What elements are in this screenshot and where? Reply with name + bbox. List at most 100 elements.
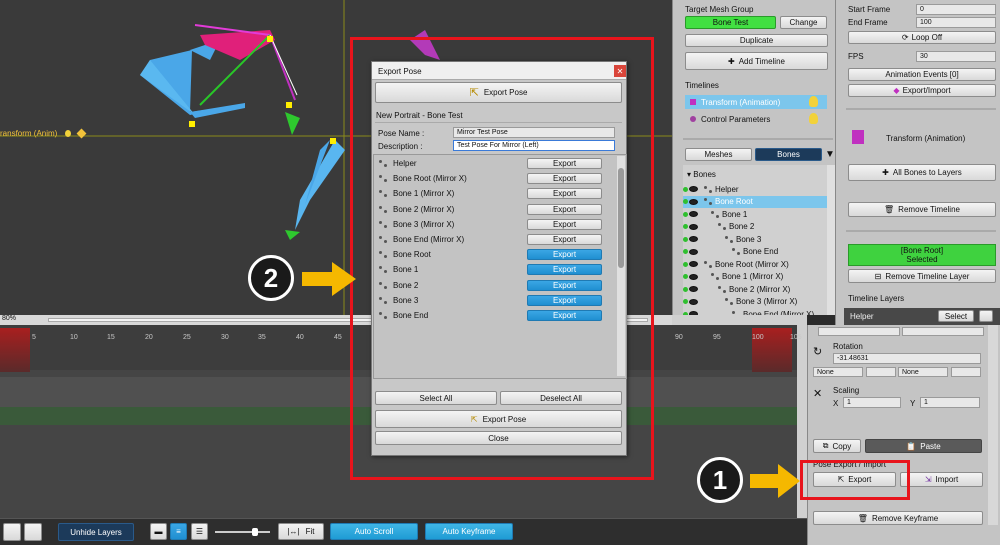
position-input[interactable] [818, 327, 900, 336]
visibility-dot-icon[interactable] [683, 274, 688, 280]
arrow-right-icon [750, 464, 800, 498]
eye-icon[interactable] [689, 298, 698, 305]
copy-icon: ⧉ [822, 441, 829, 450]
visibility-dot-icon[interactable] [683, 286, 688, 292]
remove-keyframe-button[interactable]: 🗑 Remove Keyframe [813, 511, 983, 525]
animation-events-button[interactable]: Animation Events [0] [848, 68, 996, 81]
fps-input[interactable]: 30 [916, 51, 996, 62]
bone-tree-row[interactable]: Bone Root (Mirror X) [683, 258, 831, 271]
visibility-dot-icon[interactable] [683, 186, 688, 192]
timeline-item-control-params[interactable]: Control Parameters [685, 112, 827, 126]
duplicate-button[interactable]: Duplicate [685, 34, 828, 47]
eye-icon[interactable] [689, 186, 698, 193]
export-import-button[interactable]: ◆ Export/Import [848, 84, 996, 97]
start-frame-input[interactable]: 0 [916, 4, 996, 15]
timeline-item-transform[interactable]: Transform (Animation) [685, 95, 827, 109]
scale-y-input[interactable]: 1 [920, 397, 980, 408]
bone-tree-row[interactable]: Bone 2 (Mirror X) [683, 283, 831, 296]
eye-icon[interactable] [689, 311, 698, 315]
all-bones-to-layers-button[interactable]: ✚ All Bones to Layers [848, 164, 996, 181]
row-size-small-button[interactable]: ▬ [150, 523, 167, 540]
remove-timeline-layer-label: Remove Timeline Layer [885, 271, 970, 281]
eye-icon[interactable] [689, 198, 698, 205]
copy-button[interactable]: ⧉ Copy [813, 439, 861, 453]
bone-tree-row[interactable]: Bone 2 [683, 221, 831, 234]
bone-icon [732, 310, 740, 315]
position-input[interactable] [902, 327, 984, 336]
lightbulb-icon[interactable] [809, 113, 818, 124]
timeline-label: Control Parameters [701, 114, 771, 124]
rotation-input[interactable]: -31.48631 [833, 353, 981, 364]
all-bones-label: All Bones to Layers [892, 168, 962, 177]
visibility-dot-icon[interactable] [683, 211, 688, 217]
bone-icon [704, 260, 712, 268]
paste-button[interactable]: 📋 Paste [865, 439, 982, 453]
bone-tree-row[interactable]: Bone Root [683, 195, 831, 208]
scale-x-input[interactable]: 1 [843, 397, 901, 408]
eye-icon[interactable] [689, 223, 698, 230]
eye-icon[interactable] [689, 286, 698, 293]
zoom-slider-handle[interactable] [252, 528, 258, 536]
remove-timeline-button[interactable]: 🗑 Remove Timeline [848, 202, 996, 217]
loop-icon: ⟳ [901, 33, 909, 42]
bone-tree-row[interactable]: Bone End [683, 246, 831, 259]
select-button[interactable]: Select [938, 310, 974, 322]
bone-icon [725, 298, 733, 306]
visibility-dot-icon[interactable] [683, 261, 688, 267]
eye-icon[interactable] [689, 248, 698, 255]
timeline-tick-label: 20 [145, 334, 153, 341]
row-size-large-button[interactable]: ☰ [191, 523, 208, 540]
tab-meshes[interactable]: Meshes [685, 148, 752, 161]
bone-tree-row[interactable]: Bone 3 [683, 233, 831, 246]
bone-tree-label: Bone Root (Mirror X) [715, 259, 789, 269]
bones-tree[interactable]: ▾ Bones Helper Bone Root Bone 1 Bone 2 Bone … [683, 165, 833, 315]
chevron-down-icon[interactable]: ▼ [825, 149, 835, 160]
bone-tree-row[interactable]: Bone 1 [683, 208, 831, 221]
tree-vscroll[interactable] [827, 165, 835, 315]
fit-button[interactable]: |↔| Fit [278, 523, 324, 540]
fit-icon: |↔| [287, 527, 300, 536]
visibility-dot-icon[interactable] [683, 199, 688, 205]
change-button[interactable]: Change [780, 16, 827, 29]
bone-tree-label: Bone 1 (Mirror X) [722, 272, 784, 282]
end-frame-input[interactable]: 100 [916, 17, 996, 28]
row-size-medium-button[interactable]: ≡ [170, 523, 187, 540]
tab-bones[interactable]: Bones [755, 148, 822, 161]
bone-tree-row[interactable]: Helper [683, 183, 831, 196]
auto-keyframe-button[interactable]: Auto Keyframe [425, 523, 513, 540]
bones-add-icon: ✚ [882, 168, 889, 177]
unhide-layers-button[interactable]: Unhide Layers [58, 523, 134, 541]
auto-scroll-button[interactable]: Auto Scroll [330, 523, 418, 540]
timeline-tick-label: 10 [70, 334, 78, 341]
visibility-dot-icon[interactable] [683, 236, 688, 242]
loop-off-button[interactable]: ⟳ Loop Off [848, 31, 996, 44]
zoom-slider[interactable] [215, 531, 270, 533]
rotation-curve-select[interactable]: None [813, 367, 863, 377]
eye-icon[interactable] [689, 261, 698, 268]
layers-icon-button[interactable] [3, 523, 21, 541]
trash-icon: 🗑 [884, 205, 895, 214]
rotation-option-input[interactable] [951, 367, 981, 377]
rotation-option-input[interactable] [866, 367, 896, 377]
eye-icon[interactable] [689, 236, 698, 243]
lightbulb-icon[interactable] [65, 130, 71, 137]
bone-tree-row[interactable]: Bone 1 (Mirror X) [683, 271, 831, 284]
rotation-curve-select[interactable]: None [898, 367, 948, 377]
eye-icon[interactable] [689, 273, 698, 280]
add-timeline-button[interactable]: ✚ Add Timeline [685, 52, 828, 70]
remove-timeline-layer-button[interactable]: ⊟ Remove Timeline Layer [848, 269, 996, 283]
layer-option-button[interactable] [979, 310, 993, 322]
visibility-dot-icon[interactable] [683, 224, 688, 230]
lightbulb-icon[interactable] [809, 96, 818, 107]
pose-import-button[interactable]: ⇲ Import [900, 472, 983, 487]
visibility-dot-icon[interactable] [683, 299, 688, 305]
visibility-dot-icon[interactable] [683, 249, 688, 255]
bone-tree-row[interactable]: Bone 3 (Mirror X) [683, 296, 831, 309]
properties-vscroll[interactable] [988, 325, 998, 525]
visibility-dot-icon[interactable] [683, 311, 688, 315]
bone-tree-label: Bone End [743, 247, 779, 257]
bone-icon [711, 210, 719, 218]
stack-icon-button[interactable] [24, 523, 42, 541]
eye-icon[interactable] [689, 211, 698, 218]
bone-tree-row[interactable]: Bone End (Mirror X) [683, 308, 831, 315]
